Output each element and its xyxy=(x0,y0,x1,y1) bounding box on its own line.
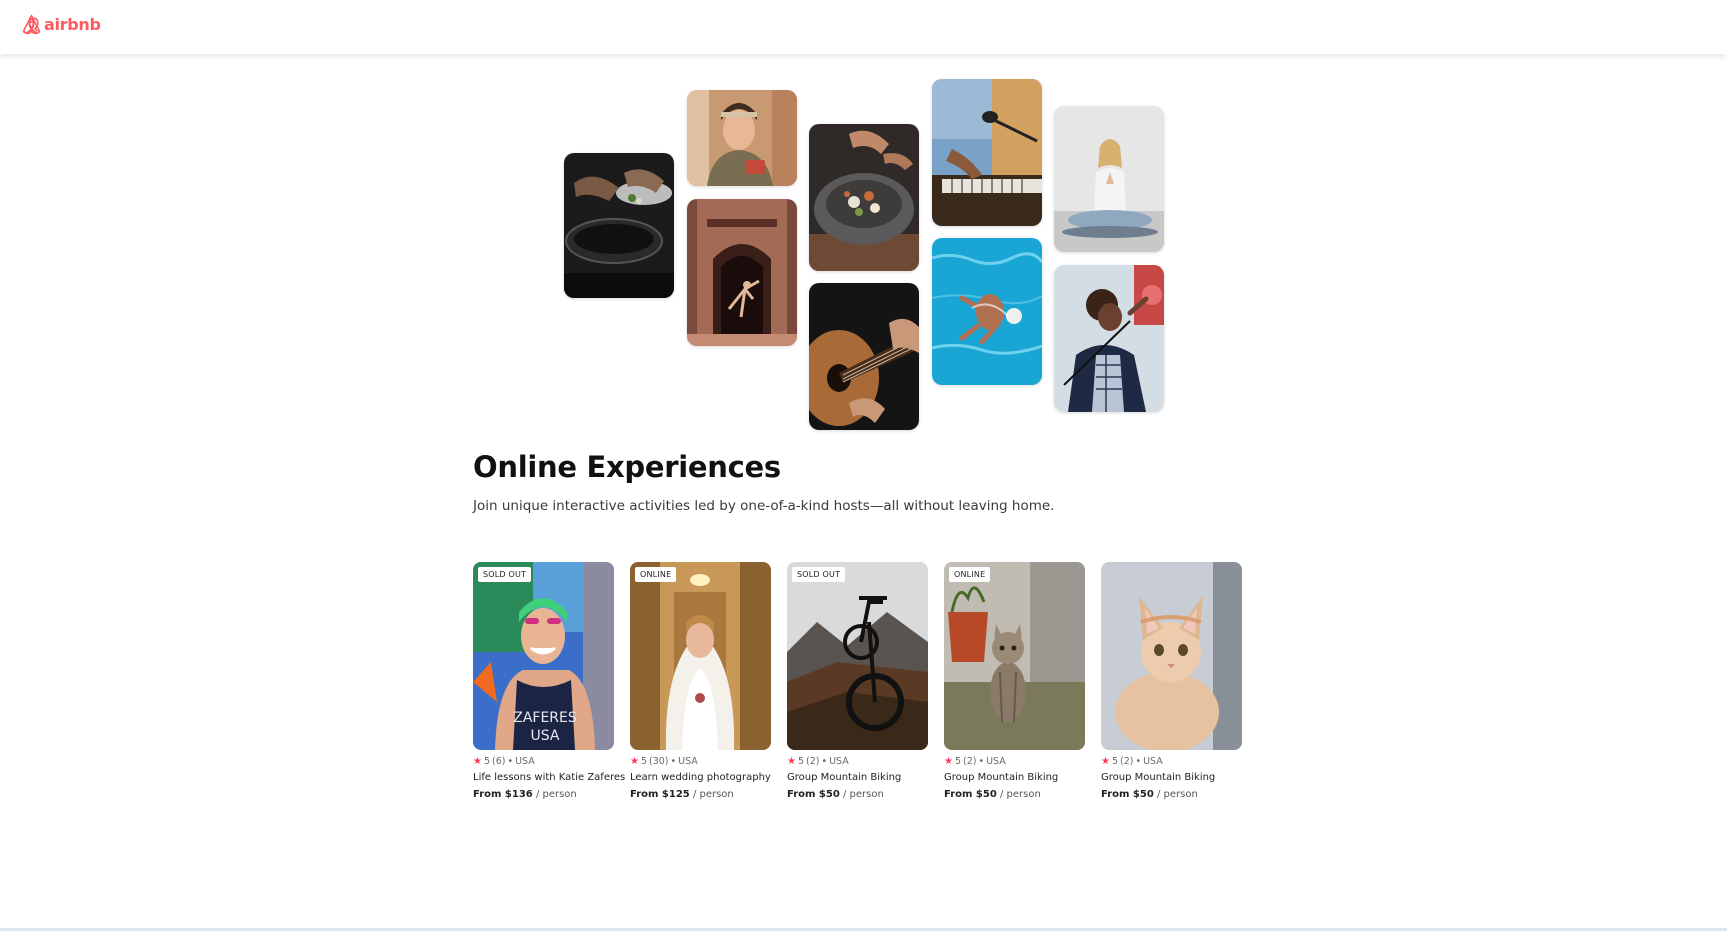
rating-value: 5 xyxy=(640,756,648,767)
location-label: USA xyxy=(829,756,849,767)
price-suffix: / person xyxy=(1156,789,1198,800)
review-count: (2) xyxy=(963,756,977,767)
star-icon: ★ xyxy=(1101,756,1110,767)
price-suffix: / person xyxy=(535,789,577,800)
price-value: $50 xyxy=(975,789,997,800)
location-label: USA xyxy=(515,756,535,767)
card-title: Group Mountain Biking xyxy=(787,772,902,783)
review-count: (30) xyxy=(649,756,669,767)
card-rating-row: ★ 5 (6) • USA xyxy=(473,756,614,767)
athlete-photo: ZAFERES USA SOLD OUT xyxy=(473,562,614,750)
swimmer-photo xyxy=(932,238,1042,385)
kitten-pot-photo: ONLINE xyxy=(944,562,1085,750)
status-badge: SOLD OUT xyxy=(478,567,532,582)
meditation-photo xyxy=(1054,106,1164,252)
singer-photo xyxy=(1054,265,1164,412)
hero-photo-collage xyxy=(0,0,1727,440)
card-title: Group Mountain Biking xyxy=(1101,772,1216,783)
page-title: Online Experiences xyxy=(473,450,781,484)
price-suffix: / person xyxy=(842,789,884,800)
experience-card[interactable]: ZAFERES USA SOLD OUT ★ 5 (6) • USA Life … xyxy=(473,562,626,800)
price-value: $125 xyxy=(661,789,690,800)
location-label: USA xyxy=(678,756,698,767)
review-count: (2) xyxy=(1120,756,1134,767)
dancer-doorway-photo xyxy=(687,199,797,346)
experience-card[interactable]: ★ 5 (2) • USA Group Mountain Biking From… xyxy=(1101,562,1242,800)
experience-card-list: ZAFERES USA SOLD OUT ★ 5 (6) • USA Life … xyxy=(473,562,1242,800)
bride-photo: ONLINE xyxy=(630,562,771,750)
status-badge: ONLINE xyxy=(635,567,677,582)
card-price: From $50 / person xyxy=(787,789,928,800)
card-price: From $50 / person xyxy=(1101,789,1242,800)
card-title: Life lessons with Katie Zaferes xyxy=(473,772,626,783)
airbnb-logo-link[interactable]: airbnb xyxy=(22,14,101,35)
experience-card[interactable]: ONLINE ★ 5 (2) • USA Group Mountain Biki… xyxy=(944,562,1085,800)
separator-dot: • xyxy=(1135,756,1142,767)
card-price: From $50 / person xyxy=(944,789,1085,800)
guitar-photo xyxy=(809,283,919,430)
status-badge: SOLD OUT xyxy=(792,567,846,582)
price-prefix: From xyxy=(944,789,973,800)
star-icon: ★ xyxy=(630,756,639,767)
location-label: USA xyxy=(1143,756,1163,767)
woman-portrait-photo xyxy=(687,90,797,186)
card-rating-row: ★ 5 (2) • USA xyxy=(787,756,928,767)
price-value: $50 xyxy=(818,789,840,800)
kitten-photo xyxy=(1101,562,1242,750)
price-value: $50 xyxy=(1132,789,1154,800)
separator-dot: • xyxy=(507,756,514,767)
price-prefix: From xyxy=(630,789,659,800)
price-prefix: From xyxy=(1101,789,1130,800)
card-title: Learn wedding photography xyxy=(630,772,771,783)
card-rating-row: ★ 5 (2) • USA xyxy=(1101,756,1242,767)
food-bowl-photo xyxy=(809,124,919,271)
star-icon: ★ xyxy=(944,756,953,767)
review-count: (2) xyxy=(806,756,820,767)
price-suffix: / person xyxy=(999,789,1041,800)
rating-value: 5 xyxy=(1111,756,1119,767)
card-title: Group Mountain Biking xyxy=(944,772,1059,783)
price-suffix: / person xyxy=(692,789,734,800)
price-prefix: From xyxy=(787,789,816,800)
svg-text:USA: USA xyxy=(531,728,560,744)
price-prefix: From xyxy=(473,789,502,800)
rating-value: 5 xyxy=(954,756,962,767)
review-count: (6) xyxy=(492,756,506,767)
separator-dot: • xyxy=(670,756,677,767)
star-icon: ★ xyxy=(787,756,796,767)
svg-text:ZAFERES: ZAFERES xyxy=(513,710,577,726)
experience-card[interactable]: ONLINE ★ 5 (30) • USA Learn wedding phot… xyxy=(630,562,771,800)
page-subtitle: Join unique interactive activities led b… xyxy=(473,498,1055,514)
rating-value: 5 xyxy=(483,756,491,767)
location-label: USA xyxy=(986,756,1006,767)
status-badge: ONLINE xyxy=(949,567,991,582)
rating-value: 5 xyxy=(797,756,805,767)
brand-name: airbnb xyxy=(44,15,101,34)
star-icon: ★ xyxy=(473,756,482,767)
price-value: $136 xyxy=(504,789,533,800)
mountain-bike-photo: SOLD OUT xyxy=(787,562,928,750)
card-price: From $125 / person xyxy=(630,789,771,800)
separator-dot: • xyxy=(978,756,985,767)
experience-card[interactable]: SOLD OUT ★ 5 (2) • USA Group Mountain Bi… xyxy=(787,562,928,800)
card-price: From $136 / person xyxy=(473,789,614,800)
cooking-photo xyxy=(564,153,674,298)
separator-dot: • xyxy=(821,756,828,767)
keyboard-microphone-photo xyxy=(932,79,1042,226)
card-rating-row: ★ 5 (2) • USA xyxy=(944,756,1085,767)
card-rating-row: ★ 5 (30) • USA xyxy=(630,756,771,767)
top-navbar: airbnb xyxy=(0,0,1727,54)
airbnb-logo-icon xyxy=(22,14,41,35)
